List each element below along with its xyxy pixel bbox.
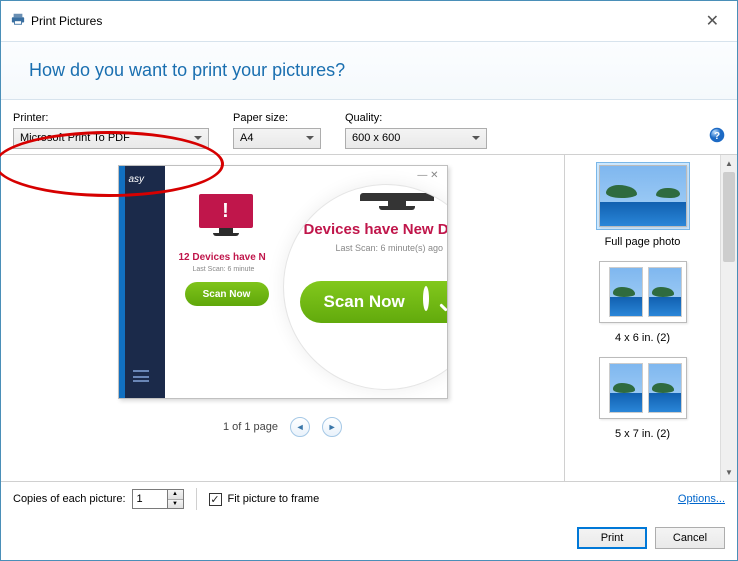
next-page-button[interactable]: ►	[322, 417, 342, 437]
options-link[interactable]: Options...	[678, 493, 725, 505]
preview-brand-fragment: asy	[129, 174, 145, 185]
cancel-button[interactable]: Cancel	[655, 527, 725, 549]
hamburger-icon	[133, 370, 149, 382]
preview-app-sidebar: asy	[119, 166, 165, 398]
preview-app-body: — ✕ ! 12 Devices have N Last Scan: 6 min…	[165, 166, 447, 398]
svg-text:?: ?	[714, 131, 720, 142]
pager-text: 1 of 1 page	[223, 421, 278, 433]
layout-list: Full page photo 4 x 6 in. (2) 5 x 7 in. (2…	[565, 155, 720, 481]
page-preview: asy — ✕ ! 12 Devices have N Last Scan: 6…	[118, 165, 448, 399]
layout-scrollbar[interactable]: ▲ ▼	[720, 155, 737, 481]
chevron-right-icon: ►	[328, 422, 337, 432]
printer-value: Microsoft Print To PDF	[20, 132, 130, 144]
quality-value: 600 x 600	[352, 132, 400, 144]
magnifier-icon	[423, 289, 448, 315]
layout-item[interactable]: 5 x 7 in. (2)	[596, 354, 690, 440]
button-row: Print Cancel	[1, 516, 737, 560]
bottom-row: Copies of each picture: 1 ▲▼ ✓ Fit pictu…	[1, 482, 737, 516]
printer-icon	[11, 12, 25, 31]
paper-label: Paper size:	[233, 112, 321, 124]
close-icon[interactable]: ✕	[706, 11, 719, 31]
printer-label: Printer:	[13, 112, 209, 124]
layout-label: Full page photo	[596, 236, 690, 248]
paper-value: A4	[240, 132, 253, 144]
help-icon[interactable]: ?	[709, 127, 725, 148]
print-button[interactable]: Print	[577, 527, 647, 549]
fit-checkbox[interactable]: ✓	[209, 493, 222, 506]
layout-label: 4 x 6 in. (2)	[596, 332, 690, 344]
preview-mag-sub: Last Scan: 6 minute(s) ago	[336, 243, 444, 253]
separator	[196, 488, 197, 510]
prev-page-button[interactable]: ◄	[290, 417, 310, 437]
options-row: Printer: Microsoft Print To PDF Paper si…	[1, 100, 737, 155]
scroll-thumb[interactable]	[723, 172, 735, 262]
copies-input[interactable]: 1	[132, 489, 168, 509]
preview-mag-headline: Devices have New Dri	[304, 221, 448, 238]
preview-small-headline: 12 Devices have N	[179, 252, 266, 263]
quality-combobox[interactable]: 600 x 600	[345, 128, 487, 149]
layout-label: 5 x 7 in. (2)	[596, 428, 690, 440]
scroll-up-arrow[interactable]: ▲	[721, 155, 737, 172]
layout-item[interactable]: 4 x 6 in. (2)	[596, 258, 690, 344]
fit-label: Fit picture to frame	[228, 493, 320, 505]
copies-label: Copies of each picture:	[13, 493, 126, 505]
preview-small-sub: Last Scan: 6 minute	[193, 266, 255, 273]
preview-column: asy — ✕ ! 12 Devices have N Last Scan: 6…	[1, 155, 565, 481]
pager-row: 1 of 1 page ◄ ►	[223, 417, 342, 437]
scroll-down-arrow[interactable]: ▼	[721, 464, 737, 481]
preview-scan-button-big-label: Scan Now	[324, 292, 405, 312]
copies-stepper[interactable]: ▲▼	[168, 489, 184, 509]
chevron-left-icon: ◄	[296, 422, 305, 432]
preview-scan-button-small: Scan Now	[185, 282, 269, 306]
paper-combobox[interactable]: A4	[233, 128, 321, 149]
main-row: asy — ✕ ! 12 Devices have N Last Scan: 6…	[1, 155, 737, 482]
preview-window-buttons: — ✕	[417, 170, 438, 181]
banner-heading: How do you want to print your pictures?	[29, 60, 709, 81]
printer-combobox[interactable]: Microsoft Print To PDF	[13, 128, 209, 149]
preview-scan-button-big: Scan Now	[300, 281, 448, 323]
preview-magnifier-circle: Devices have New Dri Last Scan: 6 minute…	[283, 184, 448, 390]
monitor-alert-icon: !	[199, 194, 253, 234]
titlebar: Print Pictures ✕	[1, 1, 737, 41]
quality-label: Quality:	[345, 112, 487, 124]
step-up-icon[interactable]: ▲	[168, 490, 183, 500]
titlebar-text: Print Pictures	[31, 14, 102, 28]
layout-item[interactable]: Full page photo	[596, 162, 690, 248]
banner: How do you want to print your pictures?	[1, 41, 737, 100]
step-down-icon[interactable]: ▼	[168, 500, 183, 509]
